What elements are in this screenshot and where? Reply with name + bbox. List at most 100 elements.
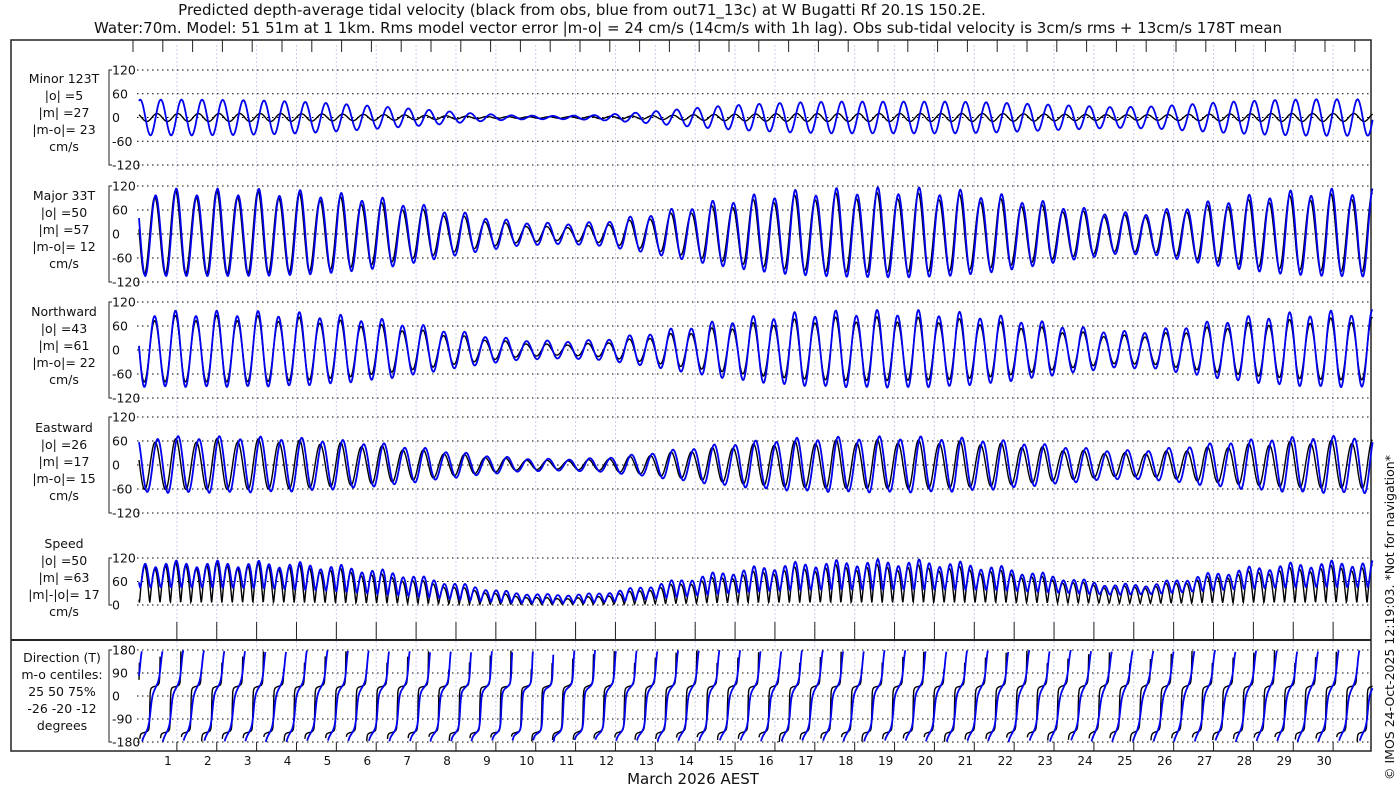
x-tick-label: 25 <box>1117 754 1132 768</box>
x-tick-label: 29 <box>1277 754 1292 768</box>
x-tick-label: 14 <box>679 754 694 768</box>
panel-label-line: |m-o|= 15 <box>32 471 95 486</box>
panel-label-line: |m|-|o|= 17 <box>28 587 100 602</box>
panel-label-line: degrees <box>37 718 87 733</box>
panel-label-line: 25 50 75% <box>28 684 96 699</box>
x-axis-label: March 2026 AEST <box>627 770 760 788</box>
panel-label-line: cm/s <box>49 372 79 387</box>
y-tick-label: 120 <box>112 295 136 310</box>
x-tick-label: 18 <box>838 754 853 768</box>
x-tick-label: 6 <box>363 754 371 768</box>
panel-label-line: |o| =50 <box>41 553 87 568</box>
panel-label-line: |m| =61 <box>39 338 90 353</box>
panel-label-line: |o| =50 <box>41 205 87 220</box>
y-tick-label: 0 <box>112 227 120 242</box>
panel-north: Northward |o| =43 |m| =61 |m-o|= 22 cm/s 120 6… <box>31 295 1374 406</box>
y-tick-label: -60 <box>112 251 132 266</box>
x-tick-label: 5 <box>324 754 332 768</box>
model-series-line <box>138 98 1374 137</box>
panel-label-line: |m| =57 <box>39 222 90 237</box>
panel-label-line: |o| =43 <box>41 321 87 336</box>
x-tick-label: 8 <box>443 754 451 768</box>
x-tick-label: 23 <box>1037 754 1052 768</box>
panel-label-line: |m-o|= 23 <box>32 122 95 137</box>
x-tick-label: 26 <box>1157 754 1172 768</box>
panel-label-line: Major 33T <box>33 188 96 203</box>
y-tick-label: -60 <box>112 367 132 382</box>
grid-layer <box>176 45 1334 750</box>
x-tick-label: 15 <box>718 754 733 768</box>
tidal-velocity-chart: Predicted depth-average tidal velocity (… <box>10 1 1397 788</box>
x-tick-label: 21 <box>958 754 973 768</box>
panel-label-line: |m-o|= 22 <box>32 355 95 370</box>
panel-label-line: |o| =26 <box>41 437 87 452</box>
panel-label-line: |o| =5 <box>45 88 83 103</box>
y-tick-label: 60 <box>112 203 128 218</box>
panel-label-line: |m| =17 <box>39 454 90 469</box>
x-tick-label: 20 <box>918 754 933 768</box>
y-tick-label: 120 <box>112 551 136 566</box>
y-tick-label: -120 <box>112 506 140 521</box>
x-tick-label: 22 <box>998 754 1013 768</box>
panel-label-line: |m-o|= 12 <box>32 239 95 254</box>
panel-label-line: Northward <box>31 304 97 319</box>
y-tick-label: -120 <box>112 158 140 173</box>
panel-major: Major 33T |o| =50 |m| =57 |m-o|= 12 cm/s 120 6… <box>32 179 1374 290</box>
panel-label-line: Direction (T) <box>23 650 101 665</box>
y-tick-label: 120 <box>112 179 136 194</box>
x-tick-label: 19 <box>878 754 893 768</box>
panel-label-line: |m| =27 <box>39 105 90 120</box>
x-tick-label: 4 <box>284 754 292 768</box>
y-tick-label: 120 <box>112 63 136 78</box>
x-tick-label: 10 <box>519 754 534 768</box>
panel-speed: Speed |o| =50 |m| =63 |m|-|o|= 17 cm/s 120 60 0 <box>28 536 1374 619</box>
credit-text: © IMOS 24-Oct-2025 12:19:03. *Not for na… <box>1382 455 1397 780</box>
chart-title-line-2: Water:70m. Model: 51 51m at 1 1km. Rms m… <box>94 19 1282 37</box>
panel-label-line: |m| =63 <box>39 570 90 585</box>
y-tick-label: -180 <box>112 735 140 750</box>
panel-minor: Minor 123T |o| =5 |m| =27 |m-o|= 23 cm/s 120 6… <box>29 63 1374 173</box>
y-tick-label: -60 <box>112 482 132 497</box>
y-tick-label: 0 <box>112 598 120 613</box>
x-tick-label: 9 <box>483 754 491 768</box>
y-tick-label: 0 <box>112 458 120 473</box>
x-tick-label: 27 <box>1197 754 1212 768</box>
panel-direction: Direction (T) m-o centiles: 25 50 75% -26 -… <box>21 643 1374 750</box>
panel-label-line: m-o centiles: <box>21 667 102 682</box>
x-tick-label: 24 <box>1077 754 1092 768</box>
y-tick-label: -120 <box>112 275 140 290</box>
panel-east: Eastward |o| =26 |m| =17 |m-o|= 15 cm/s 120 60… <box>32 410 1374 521</box>
y-tick-label: 60 <box>112 574 128 589</box>
outer-frame <box>10 39 1372 752</box>
y-tick-label: 0 <box>112 110 120 125</box>
y-tick-label: -60 <box>112 134 132 149</box>
panel-label-line: Minor 123T <box>29 71 100 86</box>
panel-label-line: Speed <box>44 536 83 551</box>
y-tick-label: -90 <box>112 712 132 727</box>
y-tick-label: 90 <box>112 666 128 681</box>
panel-label-line: cm/s <box>49 256 79 271</box>
x-tick-label: 11 <box>559 754 574 768</box>
x-tick-label: 2 <box>204 754 212 768</box>
x-tick-label: 12 <box>599 754 614 768</box>
panel-label-line: Eastward <box>35 420 93 435</box>
y-tick-label: 60 <box>112 434 128 449</box>
x-tick-label: 30 <box>1317 754 1332 768</box>
y-tick-label: 60 <box>112 86 128 101</box>
x-tick-label: 1 <box>164 754 172 768</box>
panel-label-line: -26 -20 -12 <box>27 701 96 716</box>
chart-title-line-1: Predicted depth-average tidal velocity (… <box>178 1 986 20</box>
y-tick-label: 0 <box>112 689 120 704</box>
y-tick-label: 60 <box>112 319 128 334</box>
x-tick-label: 7 <box>403 754 411 768</box>
y-tick-label: 120 <box>112 410 136 425</box>
panel-layer: Minor 123T |o| =5 |m| =27 |m-o|= 23 cm/s 120 6… <box>21 63 1374 750</box>
x-tick-label: 17 <box>798 754 813 768</box>
x-tick-label: 16 <box>758 754 773 768</box>
y-tick-label: 0 <box>112 343 120 358</box>
y-tick-label: 180 <box>112 643 136 658</box>
x-tick-label: 13 <box>639 754 654 768</box>
model-series-line <box>138 309 1374 389</box>
x-tick-label: 28 <box>1237 754 1252 768</box>
panel-label-line: cm/s <box>49 139 79 154</box>
